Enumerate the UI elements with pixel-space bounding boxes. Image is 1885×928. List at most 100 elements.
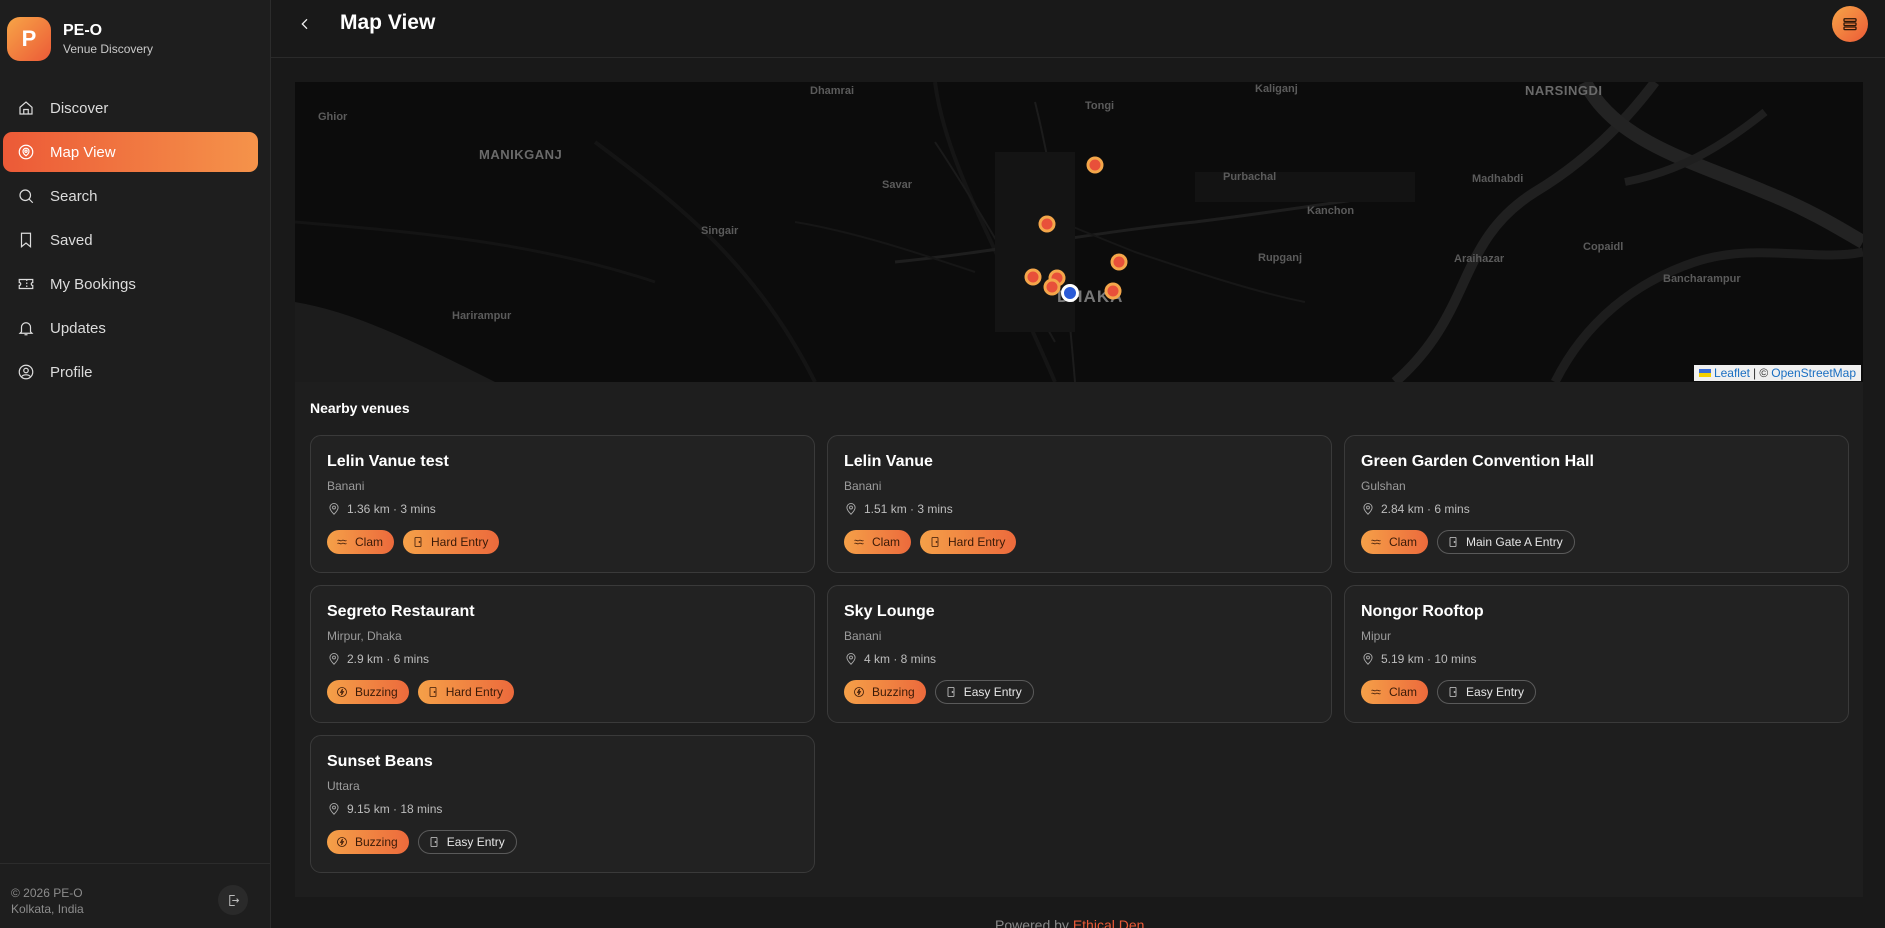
- zap-icon: [337, 837, 347, 847]
- venue-card[interactable]: Sunset Beans Uttara 9.15 km · 18 mins Bu…: [310, 735, 815, 873]
- door-icon: [947, 687, 955, 697]
- vibe-tag: Clam: [1361, 680, 1429, 704]
- waves-icon: [1371, 689, 1381, 695]
- venue-marker[interactable]: [1104, 282, 1122, 300]
- waves-icon: [337, 539, 347, 545]
- map-label: Tongi: [1085, 100, 1115, 112]
- sidebar-item-saved[interactable]: Saved: [3, 220, 258, 260]
- logout-icon: [228, 894, 239, 906]
- vibe-tag: Clam: [1361, 530, 1429, 554]
- ticket-icon: [16, 274, 36, 294]
- zap-icon: [854, 687, 864, 697]
- sidebar-item-label: Saved: [50, 231, 93, 249]
- location-pin-icon: [329, 803, 339, 815]
- sidebar-item-label: Discover: [50, 99, 109, 117]
- powered-by-link[interactable]: Ethical Den: [1073, 917, 1145, 928]
- venue-marker[interactable]: [1043, 278, 1061, 296]
- entry-tag: Easy Entry: [417, 830, 517, 854]
- map-label: Kanchon: [1307, 205, 1355, 217]
- brand-name: PE-O: [63, 22, 103, 39]
- brand-subtitle: Venue Discovery: [63, 42, 154, 56]
- location-pin-icon: [329, 503, 339, 515]
- map-label: Rupganj: [1258, 252, 1302, 264]
- map-label: Singair: [701, 225, 739, 237]
- powered-by: Powered by Ethical Den: [995, 917, 1144, 928]
- entry-tag: Easy Entry: [934, 680, 1034, 704]
- sidebar-item-map-view[interactable]: Map View: [3, 132, 258, 172]
- map-label: Savar: [882, 179, 912, 191]
- map-pin-icon: [16, 142, 36, 162]
- location-pin-icon: [1363, 653, 1373, 665]
- sidebar-footer: © 2026 PE-O Kolkata, India: [0, 863, 271, 928]
- venue-card[interactable]: Segreto Restaurant Mirpur, Dhaka 2.9 km …: [310, 585, 815, 723]
- entry-tag: Hard Entry: [920, 530, 1017, 554]
- sidebar-item-my-bookings[interactable]: My Bookings: [3, 264, 258, 304]
- venue-area: Banani: [844, 629, 882, 643]
- user-icon: [16, 362, 36, 382]
- map-tiles: [295, 82, 1863, 382]
- vibe-tag: Buzzing: [327, 680, 409, 704]
- home-icon: [16, 98, 36, 118]
- page-title: Map View: [340, 11, 436, 34]
- venue-card[interactable]: Lelin Vanue Banani 1.51 km · 3 mins Clam…: [827, 435, 1332, 573]
- venue-distance: 4 km · 8 mins: [864, 652, 937, 666]
- leaflet-link[interactable]: Leaflet: [1714, 366, 1750, 380]
- venue-card[interactable]: Sky Lounge Banani 4 km · 8 mins Buzzing …: [827, 585, 1332, 723]
- sidebar-item-discover[interactable]: Discover: [3, 88, 258, 128]
- attribution-separator: | ©: [1752, 366, 1769, 380]
- venue-card[interactable]: Green Garden Convention Hall Gulshan 2.8…: [1344, 435, 1849, 573]
- venue-card[interactable]: Lelin Vanue test Banani 1.36 km · 3 mins…: [310, 435, 815, 573]
- location-pin-icon: [846, 503, 856, 515]
- menu-button[interactable]: [1832, 6, 1868, 42]
- map-label: Harirampur: [452, 310, 512, 322]
- sidebar-item-label: My Bookings: [50, 275, 136, 293]
- map-label: Bancharampur: [1663, 273, 1741, 285]
- logout-button[interactable]: [218, 885, 248, 915]
- venue-name: Lelin Vanue: [844, 453, 933, 470]
- vibe-tag: Buzzing: [327, 830, 409, 854]
- chevron-left-icon: [301, 18, 308, 30]
- venue-area: Mirpur, Dhaka: [327, 629, 402, 643]
- venue-marker[interactable]: [1086, 156, 1104, 174]
- door-icon: [430, 837, 438, 847]
- location-pin-icon: [1363, 503, 1373, 515]
- sidebar-item-label: Updates: [50, 319, 106, 337]
- map-label: Ghior: [318, 111, 348, 123]
- venue-marker[interactable]: [1038, 215, 1056, 233]
- entry-tag: Easy Entry: [1437, 680, 1537, 704]
- sidebar-item-search[interactable]: Search: [3, 176, 258, 216]
- venue-area: Banani: [327, 479, 365, 493]
- sidebar-item-label: Map View: [50, 143, 116, 161]
- venue-marker[interactable]: [1024, 268, 1042, 286]
- brand[interactable]: P PE-O Venue Discovery: [7, 17, 153, 61]
- venue-name: Green Garden Convention Hall: [1361, 453, 1594, 470]
- map-label: Araihazar: [1454, 253, 1505, 265]
- page-header: Map View: [271, 0, 1885, 58]
- venue-card[interactable]: Nongor Rooftop Mipur 5.19 km · 10 mins C…: [1344, 585, 1849, 723]
- door-icon: [1449, 687, 1457, 697]
- map[interactable]: Dhamrai Tongi Kaliganj NARSINGDI Ghior M…: [295, 82, 1863, 382]
- entry-tag: Main Gate A Entry: [1437, 530, 1575, 554]
- back-button[interactable]: [293, 12, 317, 36]
- zap-icon: [337, 687, 347, 697]
- map-label: MANIKGANJ: [479, 147, 563, 162]
- map-label: Copaidl: [1583, 241, 1624, 253]
- venue-marker[interactable]: [1110, 253, 1128, 271]
- search-icon: [16, 186, 36, 206]
- entry-tag: Hard Entry: [403, 530, 500, 554]
- venue-area: Gulshan: [1361, 479, 1406, 493]
- sidebar-item-updates[interactable]: Updates: [3, 308, 258, 348]
- venue-distance: 1.36 km · 3 mins: [347, 502, 436, 516]
- map-label: Kaliganj: [1255, 83, 1298, 95]
- current-location-marker: [1061, 284, 1079, 302]
- venue-distance: 2.9 km · 6 mins: [347, 652, 430, 666]
- openstreetmap-link[interactable]: OpenStreetMap: [1771, 366, 1856, 380]
- venue-distance: 5.19 km · 10 mins: [1381, 652, 1477, 666]
- venue-distance: 9.15 km · 18 mins: [347, 802, 443, 816]
- location-pin-icon: [329, 653, 339, 665]
- door-icon: [429, 687, 437, 697]
- sidebar-item-profile[interactable]: Profile: [3, 352, 258, 392]
- venue-area: Mipur: [1361, 629, 1392, 643]
- sidebar-item-label: Search: [50, 187, 98, 205]
- bookmark-icon: [16, 230, 36, 250]
